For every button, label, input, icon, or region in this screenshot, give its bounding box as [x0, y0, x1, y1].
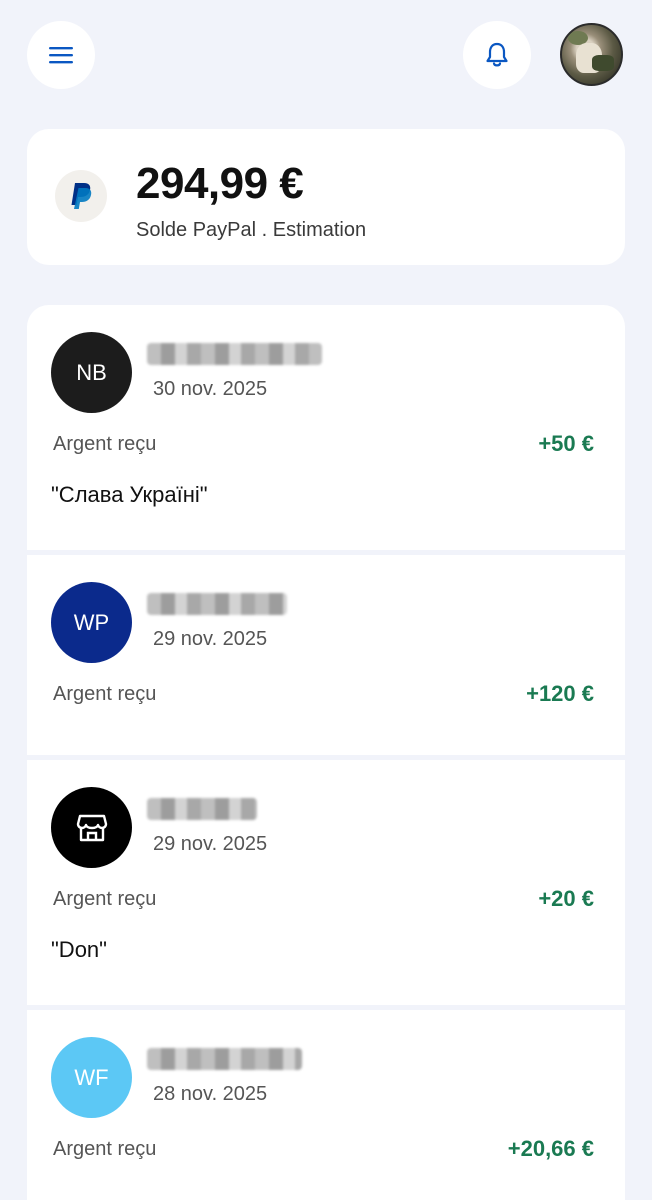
sender-name-redacted: [147, 798, 257, 820]
transaction-item[interactable]: WF 28 nov. 2025 Argent reçu +20,66 €: [27, 1010, 625, 1200]
paypal-logo-icon: [55, 170, 107, 222]
store-icon: [76, 814, 107, 841]
bell-icon: [486, 42, 508, 67]
transaction-date: 30 nov. 2025: [153, 378, 268, 400]
sender-name-redacted: [147, 343, 322, 365]
transaction-type: Argent reçu: [53, 433, 157, 455]
transaction-note: "Слава Україні": [51, 482, 208, 507]
transaction-amount: +20,66 €: [507, 1136, 594, 1161]
sender-avatar: WF: [51, 1037, 132, 1118]
transaction-list: NB 30 nov. 2025 Argent reçu +50 € "Слава…: [27, 305, 625, 1200]
sender-initials: NB: [76, 359, 107, 385]
transaction-note: "Don": [51, 937, 107, 962]
transaction-amount: +20 €: [538, 886, 594, 911]
balance-amount: 294,99 €: [136, 159, 304, 208]
sender-avatar: NB: [51, 332, 132, 413]
transaction-amount: +120 €: [526, 681, 594, 706]
hamburger-menu-icon: [49, 47, 73, 64]
transaction-type: Argent reçu: [53, 1138, 157, 1160]
transaction-item[interactable]: WP 29 nov. 2025 Argent reçu +120 €: [27, 555, 625, 755]
sender-initials: WF: [74, 1064, 109, 1090]
sender-initials: WP: [73, 609, 110, 635]
transaction-date: 29 nov. 2025: [153, 628, 268, 650]
transaction-item[interactable]: 29 nov. 2025 Argent reçu +20 € "Don": [27, 760, 625, 1005]
balance-card[interactable]: 294,99 € Solde PayPal . Estimation: [27, 129, 625, 265]
profile-avatar[interactable]: [560, 23, 623, 86]
transaction-type: Argent reçu: [53, 888, 157, 910]
menu-button[interactable]: [27, 21, 95, 89]
sender-avatar: WP: [51, 582, 132, 663]
sender-name-redacted: [147, 1048, 302, 1070]
notifications-button[interactable]: [463, 21, 531, 89]
balance-label: Solde PayPal . Estimation: [136, 219, 367, 241]
transaction-item[interactable]: NB 30 nov. 2025 Argent reçu +50 € "Слава…: [27, 305, 625, 550]
transaction-date: 28 nov. 2025: [153, 1083, 268, 1105]
transaction-type: Argent reçu: [53, 683, 157, 705]
transaction-date: 29 nov. 2025: [153, 833, 268, 855]
top-bar: [0, 0, 652, 110]
sender-name-redacted: [147, 593, 287, 615]
sender-avatar: [51, 787, 132, 868]
transaction-amount: +50 €: [538, 431, 594, 456]
